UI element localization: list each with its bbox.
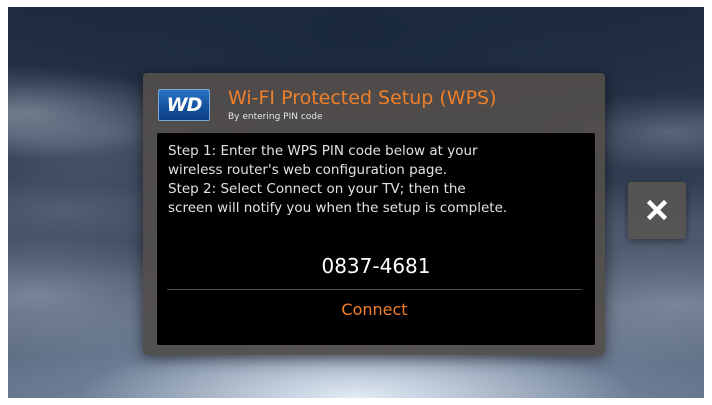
wd-logo-text: WD xyxy=(166,94,203,116)
dialog-subtitle: By entering PIN code xyxy=(228,112,323,122)
dialog-header: WD Wi-FI Protected Setup (WPS) By enteri… xyxy=(143,73,605,131)
close-icon xyxy=(647,200,667,220)
wps-dialog: WD Wi-FI Protected Setup (WPS) By enteri… xyxy=(143,73,605,355)
instructions-text: Step 1: Enter the WPS PIN code below at … xyxy=(168,142,588,218)
wps-pin-code: 0837-4681 xyxy=(321,254,431,278)
dialog-title: Wi-FI Protected Setup (WPS) xyxy=(228,87,497,109)
close-button[interactable] xyxy=(628,182,686,239)
divider xyxy=(167,289,582,290)
instruction-line: Step 2: Select Connect on your TV; then … xyxy=(168,181,466,197)
wd-logo: WD xyxy=(158,89,210,121)
instruction-line: screen will notify you when the setup is… xyxy=(168,200,508,216)
tv-screen: WD Wi-FI Protected Setup (WPS) By enteri… xyxy=(8,7,704,398)
connect-button[interactable]: Connect xyxy=(167,293,582,327)
instruction-line: wireless router's web configuration page… xyxy=(168,162,448,178)
dialog-body: Step 1: Enter the WPS PIN code below at … xyxy=(157,133,595,345)
instruction-line: Step 1: Enter the WPS PIN code below at … xyxy=(168,143,478,159)
